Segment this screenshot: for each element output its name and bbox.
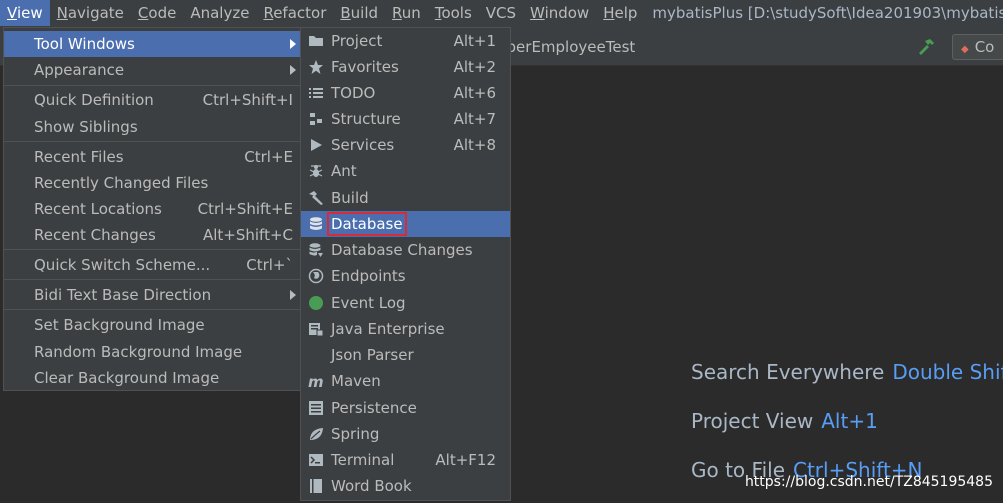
- view-menu-item-recent-changes[interactable]: Recent Changes Alt+Shift+C: [4, 222, 301, 248]
- view-menu-item-random-background-image[interactable]: Random Background Image: [4, 339, 301, 365]
- terminal-icon: [308, 452, 324, 468]
- tool-window-item-json-parser[interactable]: Json Parser: [301, 342, 510, 368]
- tool-window-item-favorites[interactable]: Favorites Alt+2: [301, 54, 510, 80]
- menu-refactor[interactable]: Refactor: [256, 0, 333, 26]
- menu-vcs[interactable]: VCS: [479, 0, 523, 26]
- tool-window-item-persistence[interactable]: Persistence: [301, 395, 510, 421]
- menu-analyze[interactable]: Analyze: [183, 0, 256, 26]
- structure-icon: [308, 111, 324, 127]
- svg-text:m: m: [308, 373, 324, 389]
- services-play-icon: [308, 137, 324, 153]
- view-menu-item-set-background-image[interactable]: Set Background Image: [4, 312, 301, 338]
- view-menu-item-quick-switch-scheme[interactable]: Quick Switch Scheme... Ctrl+`: [4, 252, 301, 278]
- menu-separator: [4, 279, 301, 280]
- menu-help[interactable]: Help: [596, 0, 644, 26]
- menu-code[interactable]: Code: [131, 0, 183, 26]
- tool-window-item-word-book[interactable]: Word Book: [301, 473, 510, 499]
- tool-window-item-java-enterprise[interactable]: Java Enterprise: [301, 316, 510, 342]
- event-log-icon: [308, 295, 324, 311]
- book-icon: [308, 478, 324, 494]
- tool-window-item-terminal[interactable]: Terminal Alt+F12: [301, 447, 510, 473]
- watermark-url: https://blog.csdn.net/TZ845195485: [744, 474, 993, 490]
- todo-list-icon: [308, 85, 324, 101]
- view-menu-item-tool-windows[interactable]: Tool Windows: [4, 31, 301, 57]
- tool-window-item-maven[interactable]: m Maven: [301, 368, 510, 394]
- view-menu-item-recent-files[interactable]: Recent Files Ctrl+E: [4, 144, 301, 170]
- editor-empty-hints: Search Everywhere Double Shift Project Vi…: [691, 0, 1003, 503]
- menu-view[interactable]: View: [0, 0, 50, 26]
- tool-window-item-database-changes[interactable]: Database Changes: [301, 237, 510, 263]
- view-menu-item-quick-definition[interactable]: Quick Definition Ctrl+Shift+I: [4, 87, 301, 113]
- menu-navigate[interactable]: Navigate: [50, 0, 131, 26]
- view-menu-item-appearance[interactable]: Appearance: [4, 57, 301, 83]
- submenu-arrow-icon: [290, 39, 296, 49]
- menu-separator: [4, 141, 301, 142]
- hammer-icon: [308, 190, 324, 206]
- menu-build[interactable]: Build: [333, 0, 385, 26]
- tool-window-item-event-log[interactable]: Event Log: [301, 290, 510, 316]
- tool-window-item-todo[interactable]: TODO Alt+6: [301, 80, 510, 106]
- menu-window[interactable]: Window: [523, 0, 596, 26]
- menu-run[interactable]: Run: [385, 0, 428, 26]
- ant-icon: [308, 163, 324, 179]
- tool-window-item-database[interactable]: Database: [301, 211, 510, 237]
- tool-window-item-ant[interactable]: Ant: [301, 158, 510, 184]
- tool-windows-submenu: Project Alt+1 Favorites Alt+2 TODO Alt+6 St…: [300, 27, 511, 501]
- tool-window-item-project[interactable]: Project Alt+1: [301, 28, 510, 54]
- tool-window-item-build[interactable]: Build: [301, 185, 510, 211]
- tool-window-item-services[interactable]: Services Alt+8: [301, 132, 510, 158]
- spring-leaf-icon: [308, 426, 324, 442]
- tool-window-item-spring[interactable]: Spring: [301, 421, 510, 447]
- folder-icon: [308, 33, 324, 49]
- star-icon: [308, 59, 324, 75]
- view-menu-item-show-siblings[interactable]: Show Siblings: [4, 114, 301, 140]
- maven-icon: m: [308, 373, 324, 389]
- globe-icon: [308, 268, 324, 284]
- hint-project-view: Project View Alt+1: [691, 409, 878, 433]
- database-changes-icon: [308, 242, 324, 258]
- database-highlight-box: Database: [327, 212, 407, 236]
- view-menu-item-recently-changed-files[interactable]: Recently Changed Files: [4, 170, 301, 196]
- persistence-icon: [308, 400, 324, 416]
- submenu-arrow-icon: [290, 65, 296, 75]
- editor-tab[interactable]: pperEmployeeTest: [497, 26, 635, 66]
- view-menu-item-clear-background-image[interactable]: Clear Background Image: [4, 365, 301, 391]
- view-menu-item-bidi-text-base-direction[interactable]: Bidi Text Base Direction: [4, 282, 301, 308]
- submenu-arrow-icon: [290, 290, 296, 300]
- database-icon: [308, 216, 324, 232]
- view-menu-item-recent-locations[interactable]: Recent Locations Ctrl+Shift+E: [4, 196, 301, 222]
- hint-search-everywhere: Search Everywhere Double Shift: [691, 360, 1003, 384]
- menu-separator: [4, 249, 301, 250]
- tool-window-item-structure[interactable]: Structure Alt+7: [301, 106, 510, 132]
- tool-window-item-endpoints[interactable]: Endpoints: [301, 263, 510, 289]
- java-enterprise-icon: [308, 321, 324, 337]
- menu-separator: [4, 85, 301, 86]
- view-menu-dropdown: Tool Windows Appearance Quick Definition…: [3, 27, 302, 391]
- menu-tools[interactable]: Tools: [428, 0, 479, 26]
- menu-separator: [4, 309, 301, 310]
